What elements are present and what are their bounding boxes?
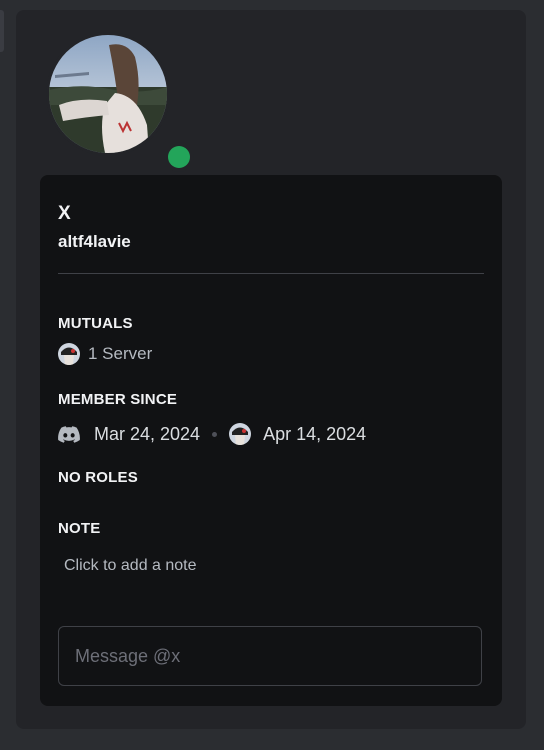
- left-panel-edge: [0, 10, 4, 52]
- mutual-servers-link[interactable]: 1 Server: [58, 343, 152, 365]
- display-name: X: [58, 203, 71, 224]
- avatar-image: [49, 35, 167, 153]
- discord-logo-icon: [58, 423, 80, 445]
- profile-body: X altf4lavie MUTUALS 1 Server MEMBER SIN…: [40, 175, 502, 706]
- roles-heading: NO ROLES: [58, 469, 138, 486]
- username: altf4lavie: [58, 232, 131, 251]
- member-since-row: Mar 24, 2024 Apr 14, 2024: [58, 423, 366, 445]
- server-member-since-date: Apr 14, 2024: [263, 423, 367, 444]
- mutual-server-icon: [58, 343, 80, 365]
- message-input[interactable]: [59, 627, 481, 685]
- server-icon: [229, 423, 252, 445]
- message-box: [58, 626, 482, 686]
- member-since-heading: MEMBER SINCE: [58, 391, 178, 408]
- discord-member-since-date: Mar 24, 2024: [94, 423, 201, 444]
- mutual-servers-label: 1 Server: [88, 344, 153, 363]
- separator-dot: [212, 431, 218, 437]
- mutuals-heading: MUTUALS: [58, 315, 133, 332]
- online-status-indicator: [164, 142, 194, 172]
- profile-avatar[interactable]: [46, 32, 194, 172]
- note-input[interactable]: Click to add a note: [64, 557, 197, 575]
- user-profile-popout: X altf4lavie MUTUALS 1 Server MEMBER SIN…: [16, 10, 526, 729]
- divider: [58, 273, 484, 274]
- note-heading: NOTE: [58, 520, 101, 537]
